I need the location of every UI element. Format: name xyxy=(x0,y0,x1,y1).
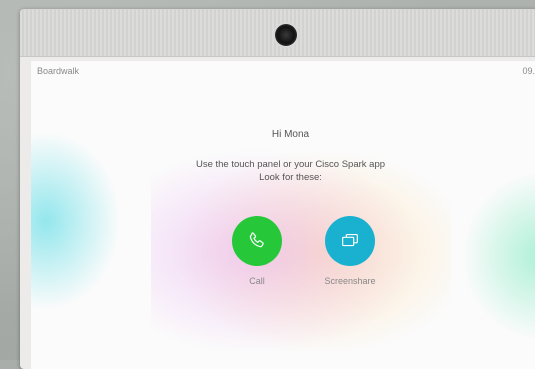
screenshare-circle[interactable] xyxy=(325,216,375,266)
camera-icon xyxy=(273,22,299,48)
call-button[interactable]: Call xyxy=(217,216,297,286)
call-circle[interactable] xyxy=(232,216,282,266)
call-label: Call xyxy=(249,276,265,286)
camera-bar xyxy=(20,9,535,57)
phone-icon xyxy=(249,232,264,248)
instruction-line-1: Use the touch panel or your Cisco Spark … xyxy=(195,159,386,170)
screenshare-icon xyxy=(342,233,358,247)
video-device: Boardwalk 09.52 Hi Mona Use the touch pa… xyxy=(20,9,535,369)
instruction-line-2: Look for these: xyxy=(259,172,322,183)
instruction-text: Use the touch panel or your Cisco Spark … xyxy=(31,158,535,184)
greeting-text: Hi Mona xyxy=(271,129,310,140)
glow-decoration-right xyxy=(461,171,535,341)
room-name: Boardwalk xyxy=(37,66,80,76)
screenshare-label: Screenshare xyxy=(324,276,376,286)
display-screen: Boardwalk 09.52 Hi Mona Use the touch pa… xyxy=(31,61,535,369)
clock: 09.52 xyxy=(522,66,535,76)
screenshare-button[interactable]: Screenshare xyxy=(310,216,390,286)
